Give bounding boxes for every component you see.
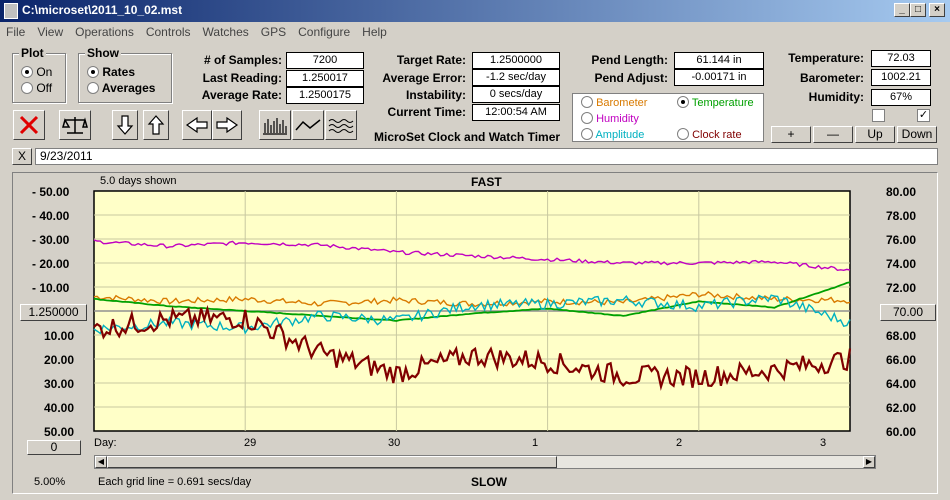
chart-bottom-label: SLOW bbox=[471, 475, 507, 489]
scroll-thumb[interactable] bbox=[107, 456, 557, 468]
right-tick-label: 80.00 bbox=[886, 185, 917, 199]
left-tick-label: - 20.00 bbox=[32, 257, 70, 271]
left-tick-label: - 30.00 bbox=[32, 233, 70, 247]
right-tick-label: 72.00 bbox=[886, 281, 917, 295]
scroll-right-icon[interactable]: ▶ bbox=[863, 456, 875, 468]
right-tick-label: 68.00 bbox=[886, 329, 917, 343]
x-tick-label: 29 bbox=[244, 437, 257, 449]
zero-button[interactable]: 0 bbox=[27, 440, 81, 455]
left-tick-label: 50.00 bbox=[44, 425, 75, 439]
chart-svg bbox=[93, 190, 852, 432]
right-tick-label: 78.00 bbox=[886, 209, 917, 223]
left-tick-label: - 40.00 bbox=[32, 209, 70, 223]
horizontal-scrollbar[interactable]: ◀ ▶ bbox=[94, 455, 876, 469]
x-tick-label: 2 bbox=[676, 437, 683, 449]
x-tick-label: 1 bbox=[532, 437, 539, 449]
right-tick-label: 64.00 bbox=[886, 377, 917, 391]
scroll-left-icon[interactable]: ◀ bbox=[95, 456, 107, 468]
left-tick-label: 40.00 bbox=[44, 401, 75, 415]
right-tick-label: 62.00 bbox=[886, 401, 917, 415]
right-tick-label: 60.00 bbox=[886, 425, 917, 439]
left-tick-label: 20.00 bbox=[44, 353, 75, 367]
x-tick-label: 3 bbox=[820, 437, 827, 449]
left-tick-label: 10.00 bbox=[44, 329, 75, 343]
right-tick-label: 76.00 bbox=[886, 233, 917, 247]
right-tick-label: 74.00 bbox=[886, 257, 917, 271]
center-temp-button[interactable]: 70.00 bbox=[880, 304, 936, 321]
right-tick-label: 66.00 bbox=[886, 353, 917, 367]
left-tick-label: 30.00 bbox=[44, 377, 75, 391]
grid-note: Each grid line = 0.691 secs/day bbox=[98, 476, 252, 488]
x-axis-label: Day: bbox=[94, 437, 117, 449]
center-rate-button[interactable]: 1.250000 bbox=[20, 304, 87, 321]
zoom-label: 5.00% bbox=[34, 476, 66, 488]
left-tick-label: - 10.00 bbox=[32, 281, 70, 295]
left-tick-label: - 50.00 bbox=[32, 185, 70, 199]
x-tick-label: 30 bbox=[388, 437, 401, 449]
